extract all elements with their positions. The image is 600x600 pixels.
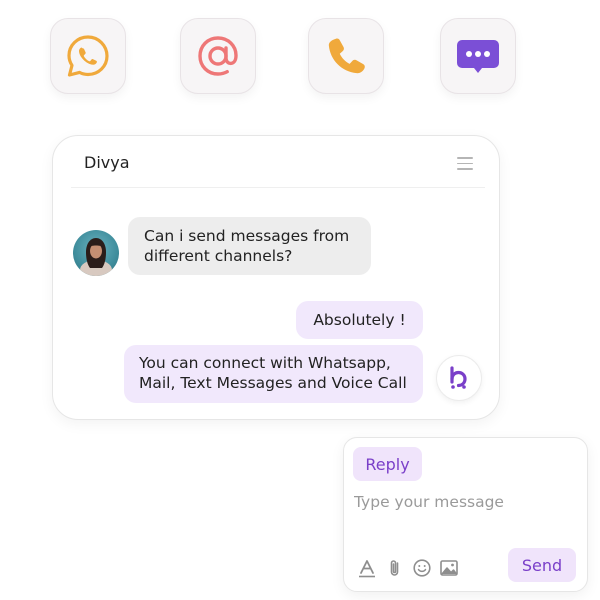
sms-icon (457, 40, 499, 73)
emoji-icon[interactable] (412, 558, 432, 578)
sms-channel-button[interactable] (440, 18, 516, 94)
image-icon[interactable] (439, 558, 459, 578)
send-button[interactable]: Send (508, 548, 576, 582)
header-divider (71, 187, 485, 188)
email-channel-button[interactable] (180, 18, 256, 94)
bot-logo-icon (450, 366, 467, 389)
whatsapp-channel-button[interactable] (50, 18, 126, 94)
menu-icon[interactable] (457, 157, 473, 171)
bot-avatar (436, 355, 482, 401)
contact-name: Divya (84, 153, 130, 172)
attachment-icon[interactable] (385, 558, 405, 578)
chat-window: Divya Can i send messages from different… (52, 135, 500, 420)
contact-photo (80, 238, 112, 276)
reply-tab[interactable]: Reply (353, 447, 422, 481)
text-format-icon[interactable] (357, 558, 377, 578)
outgoing-message: You can connect with Whatsapp, Mail, Tex… (124, 345, 423, 403)
phone-icon (328, 38, 365, 74)
incoming-message: Can i send messages from different chann… (128, 217, 371, 275)
reply-composer: Reply Send (343, 437, 588, 592)
phone-channel-button[interactable] (308, 18, 384, 94)
contact-avatar (73, 230, 119, 276)
whatsapp-icon (67, 35, 109, 77)
message-input[interactable] (354, 490, 574, 514)
outgoing-message: Absolutely ! (296, 301, 423, 339)
email-icon (198, 36, 238, 76)
